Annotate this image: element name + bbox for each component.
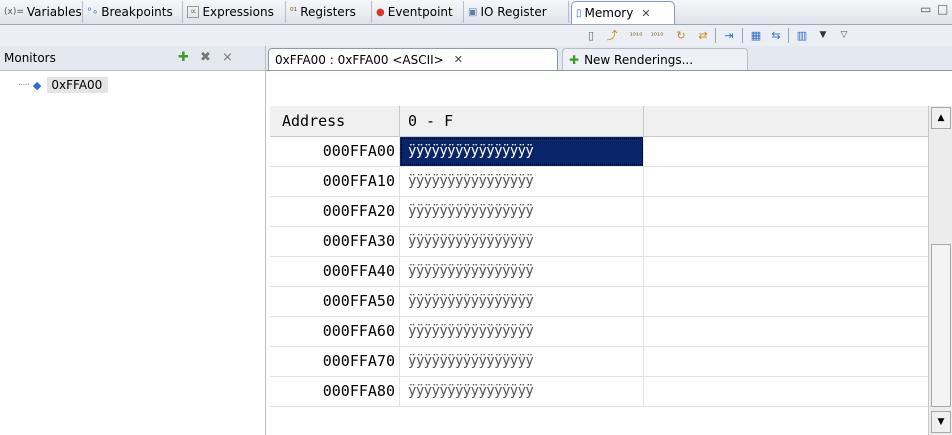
eventpoint-icon: ● <box>376 6 385 18</box>
value-cell[interactable]: ÿÿÿÿÿÿÿÿÿÿÿÿÿÿÿÿ <box>400 347 644 376</box>
value-cell[interactable]: ÿÿÿÿÿÿÿÿÿÿÿÿÿÿÿÿ <box>400 317 644 346</box>
layout-icon[interactable]: ▥ <box>794 27 810 43</box>
scroll-thumb[interactable] <box>931 244 951 407</box>
address-cell: 000FFA80 <box>270 377 400 406</box>
tab-memory[interactable]: ▯ Memory ✕ <box>571 1 675 24</box>
add-icon: ✚ <box>569 52 580 67</box>
scroll-up-icon[interactable]: ▲ <box>931 107 951 129</box>
refresh-icon[interactable]: ↻ <box>673 27 689 43</box>
remove-all-monitors-icon[interactable]: ⨯ <box>222 50 233 65</box>
tab-ascii-rendering[interactable]: 0xFFA00 : 0xFFA00 <ASCII> ✕ <box>268 48 558 70</box>
close-icon[interactable]: ✕ <box>454 53 463 66</box>
toolbar-separator <box>788 28 789 43</box>
value-cell[interactable]: ÿÿÿÿÿÿÿÿÿÿÿÿÿÿÿÿ <box>400 137 644 166</box>
table-row[interactable]: 000FFA30 ÿÿÿÿÿÿÿÿÿÿÿÿÿÿÿÿ <box>270 227 928 257</box>
binary-format-icon[interactable]: ¹⁰¹⁰ <box>628 27 644 43</box>
tab-expressions[interactable]: ∝ Expressions <box>183 1 286 23</box>
vertical-scrollbar[interactable]: ▲ ▼ <box>928 106 952 435</box>
sync-icon[interactable]: ⇄ <box>695 27 711 43</box>
toolbar-separator <box>742 28 743 43</box>
remove-monitor-icon[interactable]: ✖ <box>200 50 211 65</box>
table-row[interactable]: 000FFA40 ÿÿÿÿÿÿÿÿÿÿÿÿÿÿÿÿ <box>270 257 928 287</box>
tab-io-register[interactable]: ▣ IO Register <box>464 1 569 23</box>
value-cell[interactable]: ÿÿÿÿÿÿÿÿÿÿÿÿÿÿÿÿ <box>400 197 644 226</box>
go-to-address-icon[interactable]: ⇥ <box>721 27 737 43</box>
table-row[interactable]: 000FFA00 ÿÿÿÿÿÿÿÿÿÿÿÿÿÿÿÿ <box>270 137 928 167</box>
tab-breakpoints[interactable]: °∘ Breakpoints <box>83 1 183 23</box>
tab-new-renderings[interactable]: ✚ New Renderings... <box>562 48 748 70</box>
add-monitor-icon[interactable]: ✚ <box>178 50 189 65</box>
address-cell: 000FFA50 <box>270 287 400 316</box>
expressions-icon: ∝ <box>187 6 200 18</box>
memory-monitor-icon: ◆ <box>32 78 42 92</box>
new-memory-icon[interactable]: ▯ <box>583 27 599 43</box>
columns-icon[interactable]: ▦ <box>748 27 764 43</box>
tab-eventpoint[interactable]: ● Eventpoint <box>372 1 464 23</box>
address-cell: 000FFA20 <box>270 197 400 226</box>
table-row[interactable]: 000FFA20 ÿÿÿÿÿÿÿÿÿÿÿÿÿÿÿÿ <box>270 197 928 227</box>
tab-label: Expressions <box>202 5 274 19</box>
io-register-icon: ▣ <box>468 6 478 18</box>
new-renderings-label: New Renderings... <box>584 52 694 67</box>
monitors-tree: ····· ◆ 0xFFA00 <box>0 71 266 435</box>
chevron-down-icon[interactable]: ▼ <box>815 27 831 43</box>
view-tab-bar: (x)= Variables °∘ Breakpoints ∝ Expressi… <box>0 0 952 25</box>
table-row[interactable]: 000FFA80 ÿÿÿÿÿÿÿÿÿÿÿÿÿÿÿÿ <box>270 377 928 407</box>
tab-variables[interactable]: (x)= Variables <box>0 1 83 23</box>
scroll-down-icon[interactable]: ▼ <box>931 411 951 433</box>
link-icon[interactable]: ⇆ <box>768 27 784 43</box>
address-cell: 000FFA70 <box>270 347 400 376</box>
table-row[interactable]: 000FFA50 ÿÿÿÿÿÿÿÿÿÿÿÿÿÿÿÿ <box>270 287 928 317</box>
table-row[interactable]: 000FFA60 ÿÿÿÿÿÿÿÿÿÿÿÿÿÿÿÿ <box>270 317 928 347</box>
tab-label: Breakpoints <box>101 5 173 19</box>
variables-icon: (x)= <box>4 7 24 17</box>
view-menu-icon[interactable]: ▽ <box>836 27 852 43</box>
tree-item[interactable]: ····· ◆ 0xFFA00 <box>18 77 109 93</box>
close-icon[interactable]: ✕ <box>641 7 650 20</box>
import-icon[interactable]: ⤴ <box>604 27 620 43</box>
table-row[interactable]: 000FFA10 ÿÿÿÿÿÿÿÿÿÿÿÿÿÿÿÿ <box>270 167 928 197</box>
address-cell: 000FFA30 <box>270 227 400 256</box>
toolbar-separator <box>715 28 716 43</box>
monitor-label: 0xFFA00 <box>47 77 109 93</box>
memory-toolbar: ▯ ⤴ ¹⁰¹⁰ ¹⁰¹⁰ ↻ ⇄ ⇥ ▦ ⇆ ▥ ▼ ▽ <box>0 25 952 47</box>
tree-connector: ····· <box>18 79 30 91</box>
rendering-tab-label: 0xFFA00 : 0xFFA00 <ASCII> <box>275 52 444 67</box>
address-cell: 000FFA60 <box>270 317 400 346</box>
hex-format-icon[interactable]: ¹⁰¹⁰ <box>649 27 665 43</box>
rendering-tab-bar: 0xFFA00 : 0xFFA00 <ASCII> ✕ ✚ New Render… <box>266 46 952 71</box>
column-header-range[interactable]: 0 - F <box>400 106 644 136</box>
registers-icon: ⁰¹ <box>290 7 298 17</box>
value-cell[interactable]: ÿÿÿÿÿÿÿÿÿÿÿÿÿÿÿÿ <box>400 377 644 406</box>
tab-label: Memory <box>584 6 634 20</box>
memory-grid-header: Address 0 - F <box>270 106 928 137</box>
tab-label: Eventpoint <box>387 5 453 19</box>
address-cell: 000FFA10 <box>270 167 400 196</box>
tab-label: Variables <box>26 5 82 19</box>
value-cell[interactable]: ÿÿÿÿÿÿÿÿÿÿÿÿÿÿÿÿ <box>400 287 644 316</box>
monitors-title: Monitors <box>4 51 56 65</box>
table-row[interactable]: 000FFA70 ÿÿÿÿÿÿÿÿÿÿÿÿÿÿÿÿ <box>270 347 928 377</box>
monitors-header: Monitors ✚ ✖ ⨯ <box>0 46 266 71</box>
memory-rows: 000FFA00 ÿÿÿÿÿÿÿÿÿÿÿÿÿÿÿÿ 000FFA10 ÿÿÿÿÿ… <box>270 137 928 407</box>
tab-label: Registers <box>300 5 356 19</box>
address-cell: 000FFA00 <box>270 137 400 166</box>
value-cell[interactable]: ÿÿÿÿÿÿÿÿÿÿÿÿÿÿÿÿ <box>400 167 644 196</box>
breakpoints-icon: °∘ <box>87 6 99 18</box>
value-cell[interactable]: ÿÿÿÿÿÿÿÿÿÿÿÿÿÿÿÿ <box>400 227 644 256</box>
minimize-icon[interactable]: ▭ <box>920 2 931 16</box>
address-cell: 000FFA40 <box>270 257 400 286</box>
maximize-icon[interactable]: □ <box>937 2 948 16</box>
value-cell[interactable]: ÿÿÿÿÿÿÿÿÿÿÿÿÿÿÿÿ <box>400 257 644 286</box>
column-header-address[interactable]: Address <box>270 106 400 136</box>
tab-label: IO Register <box>480 5 547 19</box>
memory-icon: ▯ <box>576 7 582 19</box>
tab-registers[interactable]: ⁰¹ Registers <box>286 1 372 23</box>
